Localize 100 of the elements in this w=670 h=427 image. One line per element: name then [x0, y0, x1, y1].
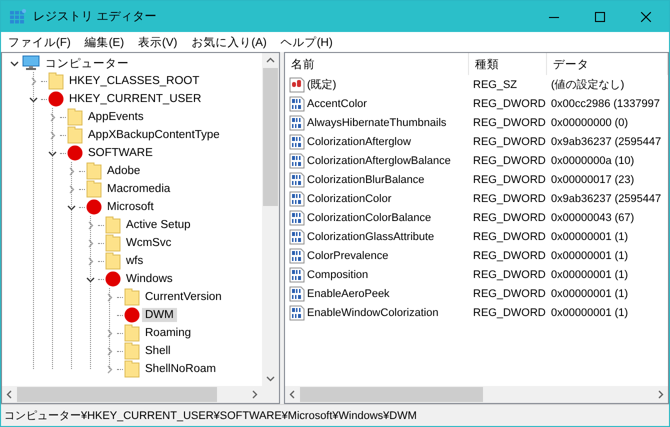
column-header[interactable]: 名前 [285, 53, 469, 75]
tree-item[interactable]: Microsoft [104, 200, 157, 214]
value-name[interactable]: EnableAeroPeek [307, 288, 390, 300]
value-data: 0x00000017 (23) [550, 174, 636, 186]
value-name[interactable]: ColorizationAfterglow [307, 136, 411, 148]
expand-chevron-icon[interactable] [28, 76, 38, 86]
value-type: REG_DWORD [472, 136, 547, 148]
tree-item[interactable]: HKEY_CLASSES_ROOT [66, 74, 202, 88]
binary-value-icon [289, 152, 305, 168]
expand-chevron-icon[interactable] [104, 292, 114, 302]
expand-chevron-icon[interactable] [48, 130, 56, 140]
value-type: REG_DWORD [472, 268, 547, 280]
tree-item[interactable]: CurrentVersion [142, 290, 225, 304]
value-type: REG_DWORD [472, 288, 547, 300]
value-name[interactable]: AccentColor [307, 98, 367, 110]
expand-chevron-icon[interactable] [86, 220, 94, 230]
scroll-thumb[interactable] [17, 387, 217, 402]
menu-item[interactable]: 表示(V) [131, 34, 184, 50]
collapse-chevron-icon[interactable] [28, 94, 38, 104]
value-name[interactable]: (既定) [307, 77, 336, 92]
folder-icon [124, 324, 140, 342]
tree-item[interactable]: Active Setup [123, 218, 194, 232]
value-data: 0x00000043 (67) [550, 212, 636, 224]
folder-icon [105, 216, 121, 234]
folder-icon [124, 360, 140, 378]
menu-item[interactable]: お気に入り(A) [184, 34, 274, 50]
value-type: REG_DWORD [472, 192, 547, 204]
expand-chevron-icon[interactable] [86, 256, 94, 266]
expand-chevron-icon[interactable] [104, 346, 114, 356]
expand-chevron-icon[interactable] [66, 184, 76, 194]
tree-item[interactable]: Shell [142, 344, 174, 358]
value-name[interactable]: Composition [307, 268, 368, 280]
menu-item[interactable]: ファイル(F) [1, 34, 78, 50]
value-name[interactable]: ColorizationColorBalance [307, 212, 432, 224]
binary-value-icon [289, 248, 305, 264]
column-header[interactable]: データ [547, 53, 668, 75]
value-name[interactable]: ColorizationGlassAttribute [307, 230, 434, 242]
value-name[interactable]: EnableWindowColorization [307, 306, 438, 318]
binary-value-icon [289, 228, 305, 244]
expand-chevron-icon[interactable] [104, 364, 114, 374]
folder-icon [124, 288, 140, 306]
tree-item[interactable]: SOFTWARE [85, 146, 156, 160]
collapse-chevron-icon[interactable] [48, 148, 56, 158]
status-path: コンピューター¥HKEY_CURRENT_USER¥SOFTWARE¥Microsoft¥Windows¥DWM [4, 409, 417, 423]
folder-icon [67, 126, 83, 144]
value-data: 0x00000000 (0) [550, 116, 630, 128]
scroll-thumb[interactable] [263, 68, 278, 206]
expand-chevron-icon[interactable] [104, 328, 114, 338]
tree-item[interactable]: HKEY_CURRENT_USER [66, 92, 204, 106]
expand-chevron-icon[interactable] [66, 166, 76, 176]
tree-item[interactable]: Macromedia [104, 182, 174, 196]
folder-icon [105, 234, 121, 252]
close-icon [641, 12, 651, 22]
tree-item[interactable]: wfs [123, 254, 146, 268]
tree-item[interactable]: コンピューター [42, 54, 132, 72]
tree-item[interactable]: AppEvents [85, 110, 147, 124]
tree-item[interactable]: ShellNoRoam [142, 362, 219, 376]
expand-chevron-icon[interactable] [86, 238, 94, 248]
scroll-thumb[interactable] [300, 387, 483, 402]
collapse-chevron-icon[interactable] [10, 58, 18, 68]
folder-icon [86, 162, 102, 180]
value-data: (値の設定なし) [550, 78, 626, 92]
column-header[interactable]: 種類 [469, 53, 547, 75]
expand-chevron-icon[interactable] [48, 112, 56, 122]
collapse-chevron-icon[interactable] [86, 274, 94, 284]
folder-icon [124, 342, 140, 360]
tree-item[interactable]: Adobe [104, 164, 144, 178]
value-name[interactable]: ColorizationColor [307, 192, 392, 204]
horizontal-scrollbar[interactable] [2, 386, 262, 403]
vertical-scrollbar[interactable] [262, 53, 279, 386]
binary-value-icon [289, 172, 305, 188]
binary-value-icon [289, 114, 305, 130]
value-data: 0x00000001 (1) [550, 250, 630, 262]
tree-item[interactable]: DWM [142, 308, 177, 322]
value-name[interactable]: ColorPrevalence [307, 250, 388, 262]
value-type: REG_DWORD [472, 212, 547, 224]
tree-item[interactable]: AppXBackupContentType [85, 128, 223, 142]
value-data: 0x9ab36237 (2595447 [550, 192, 662, 204]
tree-item[interactable]: Windows [123, 272, 176, 286]
binary-value-icon [289, 190, 305, 206]
value-type: REG_DWORD [472, 230, 547, 242]
value-type: REG_DWORD [472, 116, 547, 128]
tree-item[interactable]: WcmSvc [123, 236, 174, 250]
value-type: REG_DWORD [472, 250, 547, 262]
value-data: 0x9ab36237 (2595447 [550, 136, 662, 148]
menu-item[interactable]: 編集(E) [78, 34, 132, 50]
menu-item[interactable]: ヘルプ(H) [274, 34, 340, 50]
binary-value-icon [289, 210, 305, 226]
collapse-chevron-icon[interactable] [66, 202, 76, 212]
value-type: REG_DWORD [472, 174, 547, 186]
folder-icon [105, 252, 121, 270]
value-name[interactable]: ColorizationBlurBalance [307, 174, 424, 186]
value-name[interactable]: ColorizationAfterglowBalance [307, 154, 451, 166]
binary-value-icon [289, 96, 305, 112]
horizontal-scrollbar[interactable] [285, 386, 668, 403]
value-name[interactable]: AlwaysHibernateThumbnails [307, 116, 446, 128]
value-data: 0x0000000a (10) [550, 154, 636, 166]
binary-value-icon [289, 134, 305, 150]
value-type: REG_DWORD [472, 98, 547, 110]
tree-item[interactable]: Roaming [142, 326, 194, 340]
